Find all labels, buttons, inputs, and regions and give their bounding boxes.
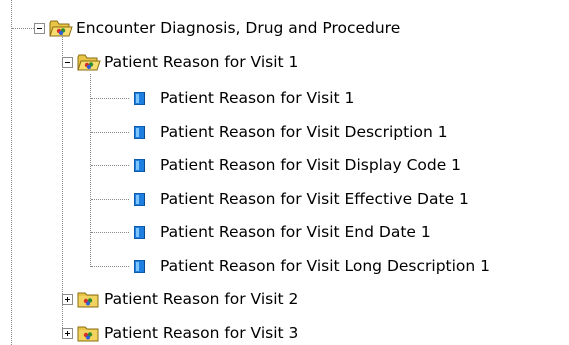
tree-connector bbox=[12, 28, 34, 29]
tree-connector bbox=[91, 232, 129, 233]
tree-node-label-group-3[interactable]: Patient Reason for Visit 3 bbox=[104, 323, 298, 343]
field-icon bbox=[134, 126, 145, 139]
tree-leaf-label[interactable]: Patient Reason for Visit Effective Date … bbox=[160, 189, 469, 209]
tree-connector bbox=[91, 266, 129, 267]
tree-node-label-root[interactable]: Encounter Diagnosis, Drug and Procedure bbox=[76, 18, 400, 38]
tree-guide-line bbox=[62, 34, 63, 334]
tree-connector bbox=[91, 165, 129, 166]
folder-open-icon bbox=[49, 20, 73, 37]
field-icon bbox=[134, 159, 145, 172]
collapse-toggle-root[interactable] bbox=[34, 23, 45, 34]
tree-guide-line bbox=[90, 74, 91, 267]
collapse-toggle-group-1[interactable] bbox=[62, 57, 73, 68]
tree-leaf-label[interactable]: Patient Reason for Visit Description 1 bbox=[160, 122, 448, 142]
tree-connector bbox=[91, 199, 129, 200]
folder-closed-icon bbox=[77, 292, 99, 308]
expand-toggle-group-2[interactable] bbox=[62, 294, 73, 305]
tree-view[interactable]: Encounter Diagnosis, Drug and Procedure … bbox=[0, 0, 569, 345]
tree-leaf-label[interactable]: Patient Reason for Visit Long Descriptio… bbox=[160, 256, 490, 276]
tree-leaf-label[interactable]: Patient Reason for Visit 1 bbox=[160, 88, 354, 108]
expand-toggle-group-3[interactable] bbox=[62, 328, 73, 339]
field-icon bbox=[134, 193, 145, 206]
tree-leaf-label[interactable]: Patient Reason for Visit Display Code 1 bbox=[160, 155, 461, 175]
tree-guide-line bbox=[11, 0, 12, 345]
folder-open-icon bbox=[77, 54, 101, 71]
tree-connector bbox=[91, 132, 129, 133]
tree-node-label-group-2[interactable]: Patient Reason for Visit 2 bbox=[104, 289, 298, 309]
folder-closed-icon bbox=[77, 326, 99, 342]
tree-connector bbox=[91, 98, 129, 99]
tree-leaf-label[interactable]: Patient Reason for Visit End Date 1 bbox=[160, 222, 431, 242]
field-icon bbox=[134, 226, 145, 239]
field-icon bbox=[134, 260, 145, 273]
field-icon bbox=[134, 92, 145, 105]
tree-node-label-group-1[interactable]: Patient Reason for Visit 1 bbox=[104, 52, 298, 72]
